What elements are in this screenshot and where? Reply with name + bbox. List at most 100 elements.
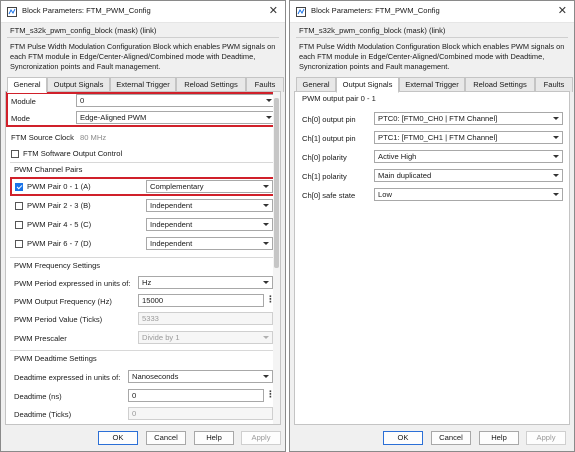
divider [296, 37, 568, 38]
ch1-polarity-value: Main duplicated [378, 171, 432, 180]
block-parameters-dialog-output-signals: Block Parameters: FTM_PWM_Config ✕ FTM_s… [289, 0, 575, 452]
pwm-pair-c-select[interactable]: Independent [146, 218, 273, 231]
window-title: Block Parameters: FTM_PWM_Config [22, 6, 151, 15]
pwm-pair-b-label: PWM Pair 2 - 3 (B) [27, 201, 91, 210]
ch1-output-pin-select[interactable]: PTC1: [FTM0_CH1 | FTM Channel] [374, 131, 563, 144]
section-divider [10, 257, 276, 258]
pwm-pair-d-checkbox[interactable] [15, 240, 23, 248]
ok-button[interactable]: OK [383, 431, 423, 445]
chevron-down-icon [263, 242, 269, 245]
pwm-pair-d-label: PWM Pair 6 - 7 (D) [27, 239, 92, 248]
tab-strip: General Output Signals External Trigger … [292, 77, 574, 93]
window-title: Block Parameters: FTM_PWM_Config [311, 6, 440, 15]
deadtime-heading: PWM Deadtime Settings [14, 354, 97, 363]
help-button[interactable]: Help [479, 431, 519, 445]
block-description: FTM Pulse Width Modulation Configuration… [10, 42, 276, 71]
frequency-heading: PWM Frequency Settings [14, 261, 101, 270]
title-bar: Block Parameters: FTM_PWM_Config ✕ [1, 1, 285, 23]
pwm-pair-b-checkbox[interactable] [15, 202, 23, 210]
scrollbar[interactable] [273, 92, 280, 424]
chevron-down-icon [553, 117, 559, 120]
tab-output-signals[interactable]: Output Signals [47, 77, 110, 92]
sw-output-control-label: FTM Software Output Control [23, 149, 123, 158]
block-name: FTM_s32k_pwm_config_block (mask) (link) [10, 26, 157, 35]
cancel-button[interactable]: Cancel [431, 431, 471, 445]
period-units-label: PWM Period expressed in units of: [14, 279, 131, 288]
tab-external-trigger[interactable]: External Trigger [110, 77, 176, 92]
pwm-pair-d-select[interactable]: Independent [146, 237, 273, 250]
period-units-value: Hz [142, 278, 152, 287]
ch0-output-pin-label: Ch[0] output pin [302, 115, 356, 124]
deadtime-ticks-field: 0 [128, 407, 273, 420]
chevron-down-icon [263, 336, 269, 339]
channel-pairs-heading: PWM Channel Pairs [14, 165, 83, 174]
tab-reload-settings[interactable]: Reload Settings [465, 77, 535, 92]
help-button[interactable]: Help [194, 431, 234, 445]
deadtime-ns-field[interactable]: 0 [128, 389, 264, 402]
output-frequency-field[interactable]: 15000 [138, 294, 264, 307]
deadtime-units-select[interactable]: Nanoseconds [128, 370, 273, 383]
tab-output-signals[interactable]: Output Signals [336, 77, 399, 93]
highlight-box [6, 92, 280, 127]
tab-reload-settings[interactable]: Reload Settings [176, 77, 246, 92]
ch1-output-pin-value: PTC1: [FTM0_CH1 | FTM Channel] [378, 133, 498, 142]
simulink-block-icon [7, 7, 17, 17]
chevron-down-icon [553, 193, 559, 196]
period-value-field: 5333 [138, 312, 273, 325]
source-clock-value: 80 MHz [80, 133, 107, 142]
deadtime-ticks-label: Deadtime (Ticks) [14, 410, 72, 419]
tab-general[interactable]: General [296, 77, 336, 92]
scrollbar-thumb[interactable] [274, 98, 279, 268]
tab-faults[interactable]: Faults [246, 77, 284, 92]
ch0-safe-state-value: Low [378, 190, 392, 199]
pwm-pair-c-checkbox[interactable] [15, 221, 23, 229]
tab-external-trigger[interactable]: External Trigger [399, 77, 465, 92]
chevron-down-icon [553, 136, 559, 139]
simulink-block-icon [296, 7, 306, 17]
ch0-polarity-select[interactable]: Active High [374, 150, 563, 163]
ch0-polarity-value: Active High [378, 152, 417, 161]
prescaler-value: Divide by 1 [142, 333, 180, 342]
pwm-pair-d-value: Independent [150, 239, 193, 248]
pwm-pair-b-value: Independent [150, 201, 193, 210]
output-signals-tab-panel: PWM output pair 0 - 1 Ch[0] output pin P… [294, 91, 570, 425]
apply-button: Apply [526, 431, 566, 445]
pwm-pair-b-select[interactable]: Independent [146, 199, 273, 212]
general-tab-panel: Module 0 Mode Edge-Aligned PWM FTM Sourc… [5, 91, 281, 425]
chevron-down-icon [263, 281, 269, 284]
ch1-polarity-select[interactable]: Main duplicated [374, 169, 563, 182]
chevron-down-icon [553, 174, 559, 177]
cancel-button[interactable]: Cancel [146, 431, 186, 445]
chevron-down-icon [263, 204, 269, 207]
prescaler-select: Divide by 1 [138, 331, 273, 344]
tab-general[interactable]: General [7, 77, 47, 93]
ch1-polarity-label: Ch[1] polarity [302, 172, 347, 181]
deadtime-units-label: Deadtime expressed in units of: [14, 373, 121, 382]
ch0-output-pin-value: PTC0: [FTM0_CH0 | FTM Channel] [378, 114, 498, 123]
source-clock-label: FTM Source Clock [11, 133, 74, 142]
close-icon[interactable]: ✕ [558, 4, 567, 17]
close-icon[interactable]: ✕ [269, 4, 278, 17]
deadtime-ns-label: Deadtime (ns) [14, 392, 62, 401]
dialog-footer: OK Cancel Help Apply [290, 425, 574, 451]
sw-output-control-checkbox[interactable] [11, 150, 19, 158]
title-bar: Block Parameters: FTM_PWM_Config ✕ [290, 1, 574, 23]
deadtime-units-value: Nanoseconds [132, 372, 179, 381]
block-parameters-dialog-general: Block Parameters: FTM_PWM_Config ✕ FTM_s… [0, 0, 286, 452]
divider [7, 37, 279, 38]
ch0-polarity-label: Ch[0] polarity [302, 153, 347, 162]
chevron-down-icon [263, 375, 269, 378]
chevron-down-icon [263, 223, 269, 226]
section-divider [10, 162, 276, 163]
pwm-pair-c-label: PWM Pair 4 - 5 (C) [27, 220, 92, 229]
ch0-safe-state-select[interactable]: Low [374, 188, 563, 201]
output-frequency-label: PWM Output Frequency (Hz) [14, 297, 112, 306]
prescaler-label: PWM Prescaler [14, 334, 67, 343]
ch0-output-pin-select[interactable]: PTC0: [FTM0_CH0 | FTM Channel] [374, 112, 563, 125]
tab-faults[interactable]: Faults [535, 77, 573, 92]
highlight-box [10, 177, 276, 196]
ok-button[interactable]: OK [98, 431, 138, 445]
chevron-down-icon [553, 155, 559, 158]
pwm-pair-c-value: Independent [150, 220, 193, 229]
period-units-select[interactable]: Hz [138, 276, 273, 289]
